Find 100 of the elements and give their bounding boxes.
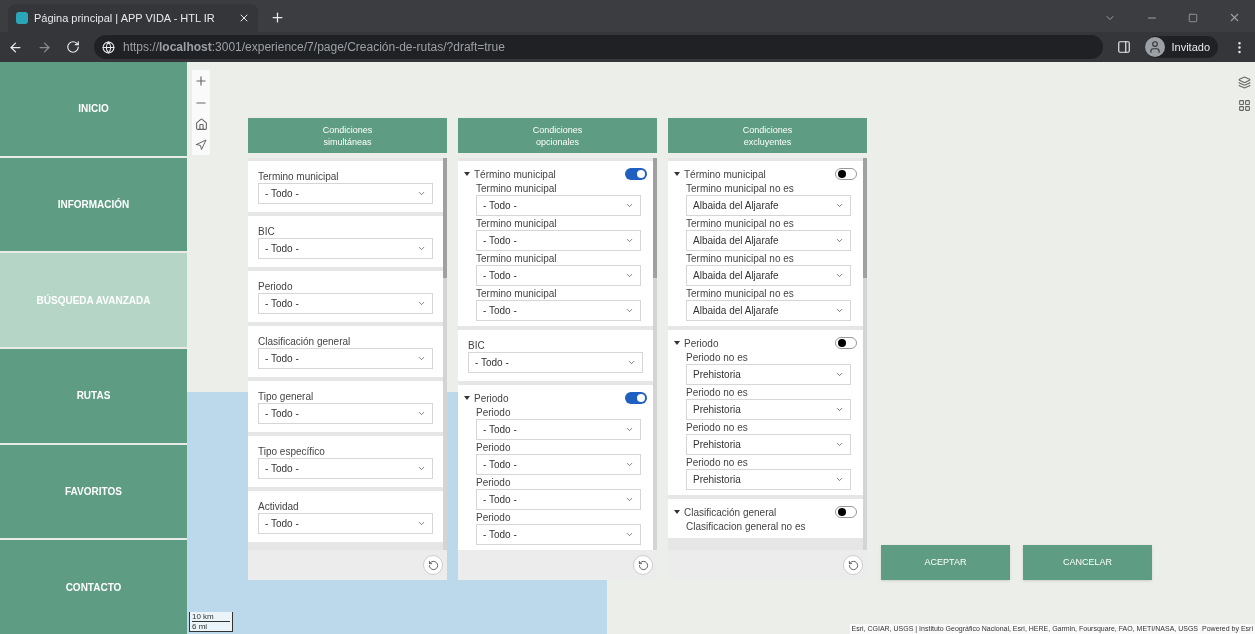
- dropdown[interactable]: Prehistoria: [686, 364, 851, 385]
- field-label: Termino municipal no es: [686, 253, 795, 265]
- dropdown[interactable]: - Todo -: [258, 458, 433, 479]
- toggle-switch[interactable]: [625, 168, 647, 180]
- group-title: Periodo: [474, 391, 509, 406]
- chevron-down-icon: [417, 464, 426, 473]
- dropdown[interactable]: Prehistoria: [686, 434, 851, 455]
- chevron-down-icon: [835, 271, 844, 280]
- toggle-switch[interactable]: [625, 392, 647, 404]
- reset-button[interactable]: [843, 555, 863, 575]
- chevron-down-icon: [417, 189, 426, 198]
- compass-icon[interactable]: [195, 139, 207, 151]
- chevron-down-icon: [835, 201, 844, 210]
- dropdown[interactable]: - Todo -: [258, 348, 433, 369]
- dropdown[interactable]: Prehistoria: [686, 469, 851, 490]
- home-icon[interactable]: [194, 118, 208, 131]
- forward-icon[interactable]: [37, 39, 52, 55]
- address-bar[interactable]: https://localhost:3001/experience/7/page/Creación-de-rutas/?draft=true: [94, 35, 1104, 59]
- caret-down-icon[interactable]: [674, 171, 680, 177]
- column-header: Condiciones opcionales: [458, 118, 657, 153]
- toggle-switch[interactable]: [835, 506, 857, 518]
- dropdown[interactable]: - Todo -: [258, 293, 433, 314]
- reset-icon: [427, 559, 439, 571]
- dropdown[interactable]: - Todo -: [476, 300, 641, 321]
- reload-icon[interactable]: [66, 40, 80, 54]
- dropdown[interactable]: Albaida del Aljarafe: [686, 195, 851, 216]
- dropdown[interactable]: - Todo -: [468, 352, 643, 373]
- chevron-down-icon: [835, 440, 844, 449]
- profile-button[interactable]: Invitado: [1145, 36, 1218, 58]
- dropdown[interactable]: - Todo -: [476, 524, 641, 545]
- grid-icon[interactable]: [1238, 99, 1251, 112]
- field-label: Clasificación general: [258, 336, 352, 348]
- group-title: Término municipal: [684, 167, 766, 182]
- field-label: BIC: [468, 340, 486, 352]
- browser-tab[interactable]: Página principal | APP VIDA - HTL IR: [8, 4, 258, 32]
- field-label: Termino municipal: [476, 218, 558, 230]
- reset-button[interactable]: [633, 555, 653, 575]
- close-icon[interactable]: [1228, 11, 1241, 24]
- dropdown[interactable]: - Todo -: [476, 419, 641, 440]
- dropdown[interactable]: Prehistoria: [686, 399, 851, 420]
- chevron-down-icon: [417, 354, 426, 363]
- field-label: Termino municipal no es: [686, 288, 795, 300]
- chevron-down-icon: [625, 530, 634, 539]
- reset-button[interactable]: [423, 555, 443, 575]
- field-label: Periodo: [476, 407, 512, 419]
- scale-bar: 10 km 6 mi: [189, 612, 233, 632]
- reset-icon: [847, 559, 859, 571]
- dropdown[interactable]: Albaida del Aljarafe: [686, 300, 851, 321]
- field-label: Tipo general: [258, 391, 315, 403]
- caret-down-icon[interactable]: [464, 395, 470, 401]
- layers-icon[interactable]: [1238, 76, 1251, 89]
- field-label: Termino municipal no es: [686, 183, 795, 195]
- toggle-switch[interactable]: [835, 337, 857, 349]
- dropdown[interactable]: - Todo -: [258, 403, 433, 424]
- dropdown[interactable]: - Todo -: [258, 183, 433, 204]
- caret-down-icon[interactable]: [674, 509, 680, 515]
- chevron-down-icon: [625, 306, 634, 315]
- dropdown[interactable]: Albaida del Aljarafe: [686, 230, 851, 251]
- scrollbar[interactable]: [443, 158, 447, 550]
- caret-down-icon[interactable]: [464, 171, 470, 177]
- chevron-down-icon: [625, 201, 634, 210]
- dropdown[interactable]: - Todo -: [476, 454, 641, 475]
- dropdown[interactable]: Albaida del Aljarafe: [686, 265, 851, 286]
- chevron-down-icon: [627, 358, 636, 367]
- field-label: BIC: [258, 226, 276, 238]
- favicon-icon: [16, 12, 28, 24]
- dropdown[interactable]: - Todo -: [476, 195, 641, 216]
- chevron-down-icon: [417, 299, 426, 308]
- scrollbar[interactable]: [653, 158, 657, 550]
- dropdown[interactable]: - Todo -: [258, 513, 433, 534]
- chevron-down-icon: [835, 306, 844, 315]
- close-icon[interactable]: [238, 12, 250, 24]
- field-label: Termino municipal: [476, 183, 558, 195]
- field-label: Periodo: [258, 281, 294, 293]
- back-icon[interactable]: [8, 39, 23, 55]
- dropdown[interactable]: - Todo -: [476, 230, 641, 251]
- new-tab-icon[interactable]: [270, 10, 285, 25]
- field-label: Tipo específico: [258, 446, 326, 458]
- chevron-down-icon: [835, 405, 844, 414]
- chevron-down-icon: [625, 271, 634, 280]
- chevron-down-icon: [625, 495, 634, 504]
- chevron-down-icon: [625, 236, 634, 245]
- side-panel-icon[interactable]: [1117, 40, 1132, 54]
- dropdown[interactable]: - Todo -: [258, 238, 433, 259]
- field-label: Periodo no es: [686, 387, 749, 399]
- field-label: Termino municipal no es: [686, 218, 795, 230]
- chevron-down-icon: [417, 409, 426, 418]
- field-label: Clasificacion general no es: [686, 521, 807, 533]
- dropdown[interactable]: - Todo -: [476, 265, 641, 286]
- maximize-icon[interactable]: [1188, 12, 1198, 23]
- dropdown[interactable]: - Todo -: [476, 489, 641, 510]
- toggle-switch[interactable]: [835, 168, 857, 180]
- field-label: Termino municipal: [476, 253, 558, 265]
- field-label: Periodo: [476, 512, 512, 524]
- group-title: Clasificación general: [684, 505, 777, 520]
- caret-down-icon[interactable]: [674, 340, 680, 346]
- field-label: Periodo no es: [686, 457, 749, 469]
- group-title: Término municipal: [474, 167, 556, 182]
- group-title: Periodo: [684, 336, 719, 351]
- scrollbar[interactable]: [863, 158, 867, 550]
